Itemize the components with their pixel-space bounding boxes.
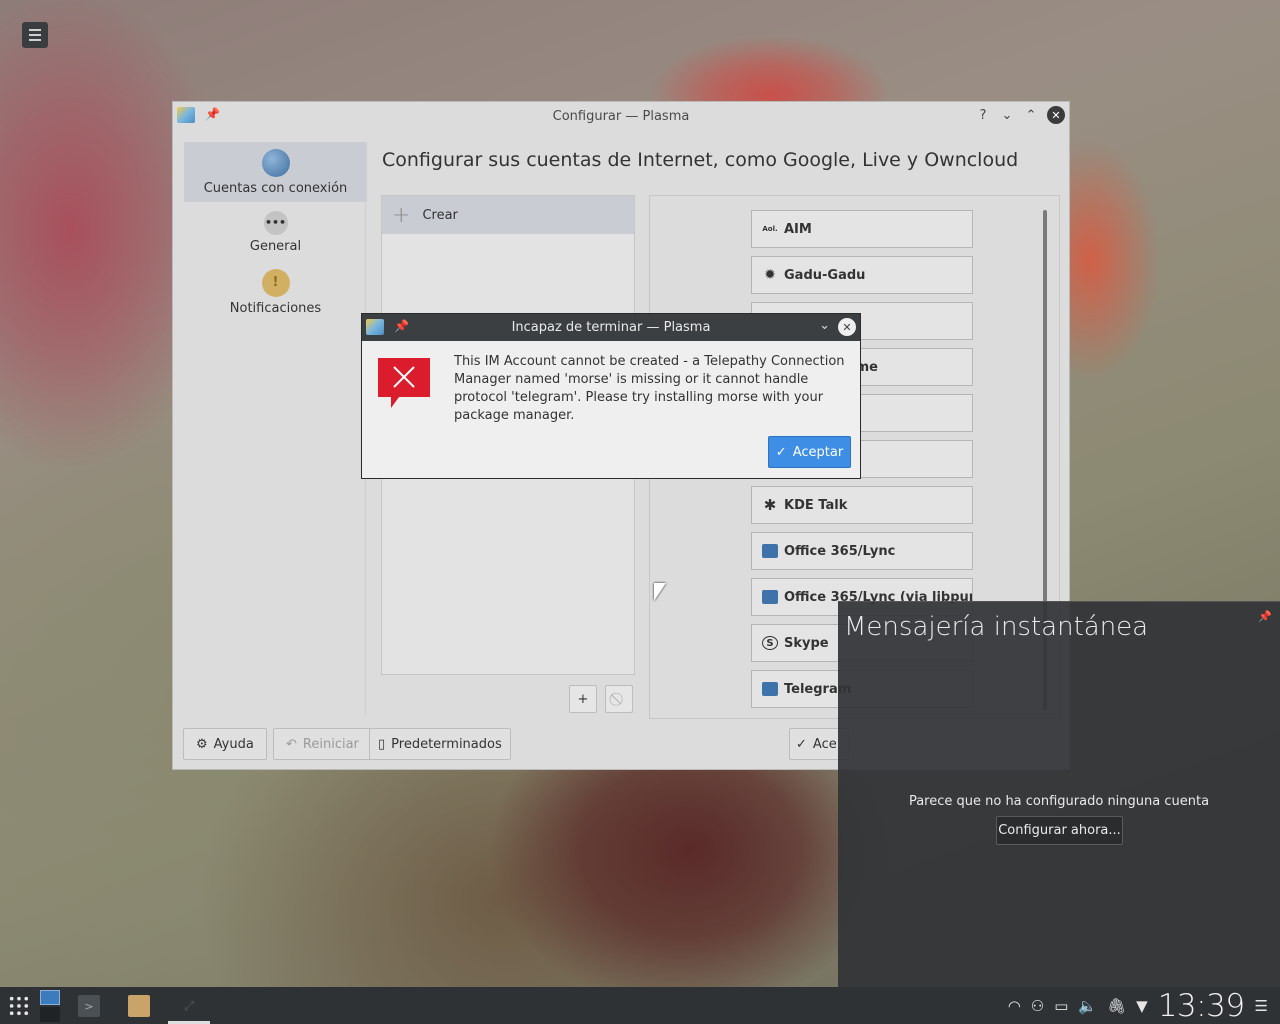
protocol-aim-button[interactable]: Aol. AIM xyxy=(751,210,973,248)
error-dialog: 📌 Incapaz de terminar — Plasma ⌄ ✕ This … xyxy=(361,313,861,479)
window-title: Configurar — Plasma xyxy=(552,108,690,124)
settings-task-icon[interactable]: ⤢ xyxy=(178,995,200,1017)
minimize-icon[interactable]: ⌄ xyxy=(999,106,1015,124)
protocol-label: Skype xyxy=(784,635,829,651)
pin-icon[interactable]: 📌 xyxy=(394,319,409,333)
pin-icon[interactable]: 📌 xyxy=(1258,610,1272,623)
app-icon[interactable] xyxy=(177,107,195,123)
pin-icon[interactable]: 📌 xyxy=(205,107,220,121)
tray-expand-icon[interactable]: ▼ xyxy=(1136,997,1148,1015)
chat-bubble-icon xyxy=(762,682,778,696)
reset-label: Reiniciar xyxy=(302,736,359,752)
volume-icon[interactable]: 🔈 xyxy=(1078,997,1097,1015)
window-titlebar[interactable]: 📌 Configurar — Plasma ? ⌄ ⌃ ✕ xyxy=(173,102,1069,130)
defaults-label: Predeterminados xyxy=(391,736,502,752)
sidebar: Cuentas con conexión ••• General ! Notif… xyxy=(184,142,367,722)
ok-button[interactable]: ✓ Aceptar xyxy=(768,436,851,468)
no-accounts-message: Parece que no ha configurado ninguna cue… xyxy=(908,794,1210,809)
pager[interactable] xyxy=(40,990,60,1022)
help-icon: ⚙ xyxy=(196,736,208,752)
sidebar-item-label: Cuentas con conexión xyxy=(203,180,348,196)
skype-icon: S xyxy=(762,636,778,650)
close-icon[interactable]: ✕ xyxy=(1047,106,1065,124)
desktop-toolbox-button[interactable] xyxy=(22,22,48,48)
sidebar-item-accounts[interactable]: Cuentas con conexión xyxy=(184,142,367,202)
help-label: Ayuda xyxy=(213,736,254,752)
im-plasmoid: Mensajería instantánea 📌 Parece que no h… xyxy=(838,601,1280,987)
page-title: Configurar sus cuentas de Internet, como… xyxy=(382,149,1019,171)
help-icon[interactable]: ? xyxy=(975,106,991,124)
reset-button[interactable]: ↶ Reiniciar xyxy=(273,728,372,760)
accept-label: Ace xyxy=(812,736,837,752)
ok-label: Aceptar xyxy=(792,444,844,460)
wifi-icon[interactable]: ◠ xyxy=(1008,997,1021,1015)
user-icon[interactable]: ⚇ xyxy=(1031,997,1044,1015)
check-icon: ✓ xyxy=(775,444,787,460)
help-button[interactable]: ⚙ Ayuda xyxy=(183,728,267,760)
app-icon[interactable] xyxy=(366,319,384,335)
battery-icon[interactable]: ▭ xyxy=(1054,997,1068,1015)
close-icon[interactable]: ✕ xyxy=(838,318,856,336)
create-label: Crear xyxy=(422,207,458,223)
mouse-cursor xyxy=(654,583,666,601)
sidebar-item-notifications[interactable]: ! Notificaciones xyxy=(184,262,367,322)
more-icon: ••• xyxy=(263,210,288,235)
gadu-icon: ✹ xyxy=(764,267,776,283)
warning-icon: ! xyxy=(261,268,290,297)
clock[interactable]: 13:39 xyxy=(1158,988,1245,1024)
check-icon: ✓ xyxy=(796,736,807,752)
globe-icon xyxy=(261,148,290,177)
plasmoid-title: Mensajería instantánea xyxy=(844,612,1149,642)
plus-icon: + xyxy=(392,202,411,228)
sidebar-item-label: Notificaciones xyxy=(229,300,322,316)
desktop-1[interactable] xyxy=(40,990,60,1005)
protocol-gadu-button[interactable]: ✹ Gadu-Gadu xyxy=(751,256,973,294)
chevron-down-icon[interactable]: ⌄ xyxy=(819,318,830,333)
protocol-label: KDE Talk xyxy=(784,497,848,513)
terminal-task-icon[interactable]: > xyxy=(78,995,100,1017)
dialog-title: Incapaz de terminar — Plasma xyxy=(511,320,711,335)
defaults-icon: ▯ xyxy=(378,736,386,752)
protocol-label: Office 365/Lync xyxy=(784,543,896,559)
attachment-icon[interactable]: 🖇 xyxy=(1107,997,1126,1015)
dialog-message: This IM Account cannot be created - a Te… xyxy=(454,354,845,423)
add-account-button[interactable]: + xyxy=(569,685,597,713)
desktop-2[interactable] xyxy=(40,1007,60,1022)
aim-icon: Aol. xyxy=(762,225,778,233)
taskbar: > ⤢ ◠ ⚇ ▭ 🔈 🖇 ▼ 13:39 ☰ xyxy=(0,987,1280,1024)
kde-icon: ✱ xyxy=(763,496,777,514)
protocol-label: AIM xyxy=(784,221,812,237)
error-icon xyxy=(378,358,430,408)
chat-bubble-icon xyxy=(762,544,778,558)
chat-bubble-icon xyxy=(762,590,778,604)
sidebar-item-label: General xyxy=(249,238,302,254)
package-task-icon[interactable] xyxy=(128,995,150,1017)
undo-icon: ↶ xyxy=(286,736,297,752)
protocol-label: Gadu-Gadu xyxy=(784,267,866,283)
app-launcher-icon[interactable] xyxy=(8,995,30,1017)
sidebar-item-general[interactable]: ••• General xyxy=(184,202,367,262)
defaults-button[interactable]: ▯ Predeterminados xyxy=(369,728,511,760)
protocol-kdetalk-button[interactable]: ✱ KDE Talk xyxy=(751,486,973,524)
configure-now-button[interactable]: Configurar ahora... xyxy=(996,816,1123,845)
create-account-item[interactable]: + Crear xyxy=(382,196,634,234)
maximize-icon[interactable]: ⌃ xyxy=(1023,106,1039,124)
dialog-titlebar[interactable]: 📌 Incapaz de terminar — Plasma ⌄ ✕ xyxy=(362,314,860,341)
remove-account-button[interactable]: ⃠ xyxy=(605,685,633,713)
panel-menu-icon[interactable]: ☰ xyxy=(1255,997,1268,1015)
protocol-office365-button[interactable]: Office 365/Lync xyxy=(751,532,973,570)
system-tray: ◠ ⚇ ▭ 🔈 🖇 ▼ 13:39 ☰ xyxy=(1008,987,1268,1024)
